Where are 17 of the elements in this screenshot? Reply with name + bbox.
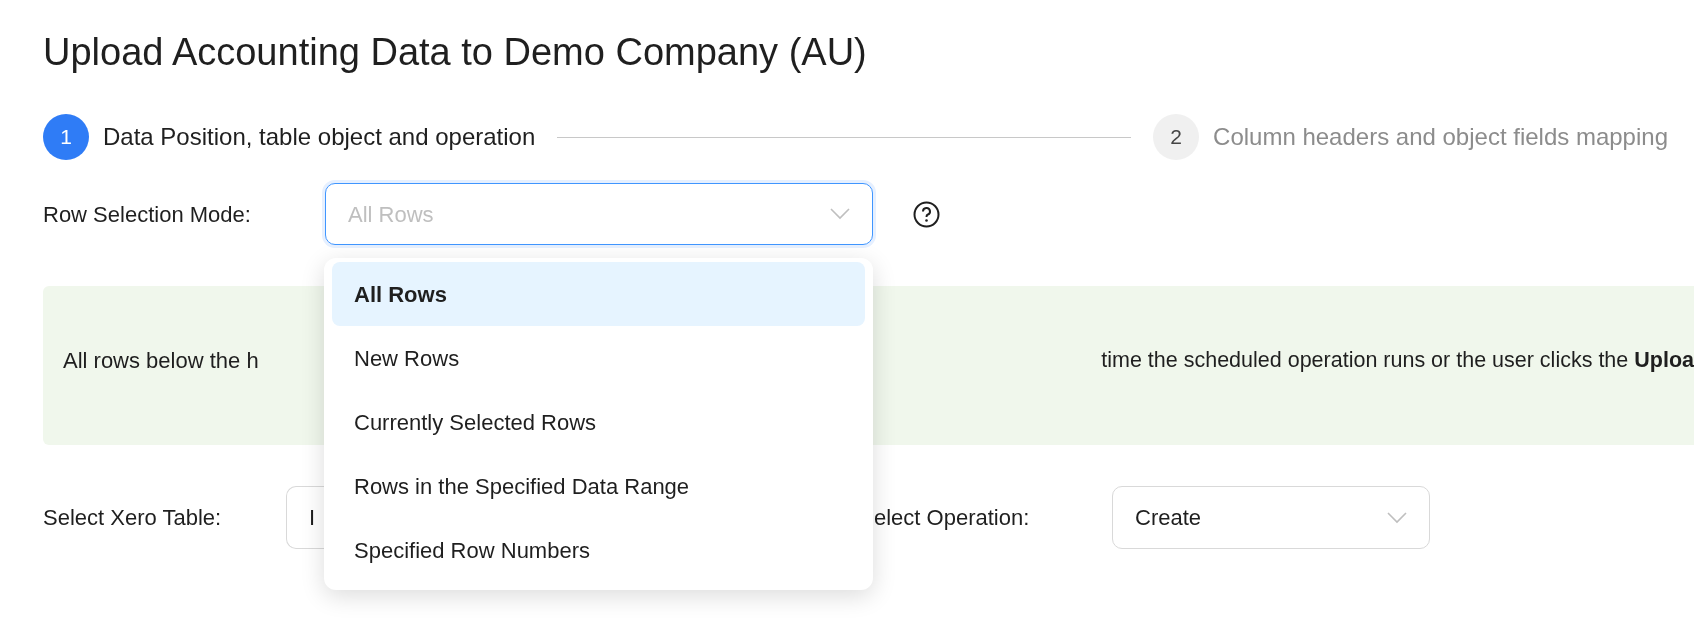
chevron-down-icon — [830, 208, 850, 220]
info-text: All rows below the h — [63, 347, 259, 375]
field-label: elect Operation: — [874, 504, 1031, 532]
dropdown-option[interactable]: Currently Selected Rows — [332, 390, 865, 454]
field-label: Row Selection Mode: — [43, 200, 252, 229]
info-text: time the scheduled operation runs or the user clicks the Uploa — [1101, 347, 1694, 375]
step-label: Data Position, table object and operation — [103, 122, 536, 152]
dropdown-option[interactable]: New Rows — [332, 326, 865, 390]
step-number: 1 — [43, 114, 89, 160]
step-number: 2 — [1153, 114, 1200, 160]
page-title: Upload Accounting Data to Demo Company (AU) — [43, 30, 868, 75]
step-label: Column headers and object fields mapping — [1213, 122, 1668, 152]
dropdown-option[interactable]: All Rows — [332, 262, 865, 326]
field-label: Select Xero Table: — [43, 504, 223, 532]
select-field[interactable]: Create — [1112, 486, 1430, 549]
help-icon[interactable] — [913, 200, 940, 228]
chevron-down-icon — [1387, 511, 1407, 524]
